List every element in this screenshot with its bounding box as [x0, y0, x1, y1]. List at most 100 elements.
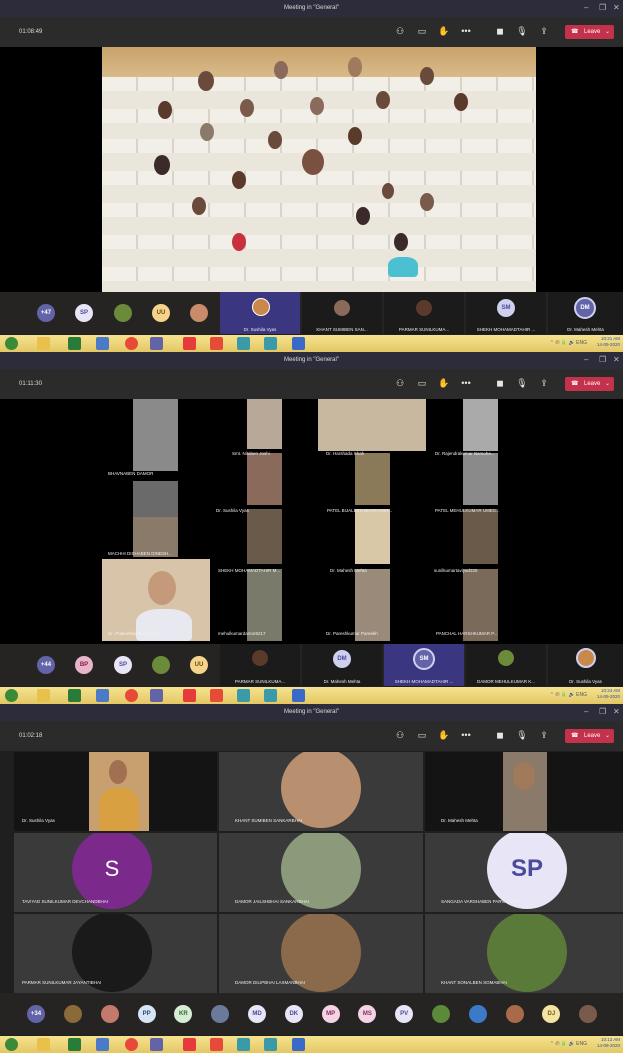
- people-icon[interactable]: ⚇: [393, 730, 407, 741]
- app-icon[interactable]: [237, 337, 250, 350]
- camera-icon[interactable]: ◼: [493, 730, 507, 741]
- restore-icon[interactable]: ❐: [599, 3, 606, 12]
- share-screen-icon[interactable]: ⇪: [537, 378, 551, 389]
- file-explorer-icon[interactable]: [37, 1038, 50, 1051]
- video-tile[interactable]: Dr. Sushila Vyas: [220, 292, 300, 334]
- notepad-icon[interactable]: [96, 337, 109, 350]
- participant-avatar[interactable]: [152, 656, 170, 674]
- participant-avatar[interactable]: [468, 1005, 487, 1023]
- chevron-down-icon[interactable]: ⌄: [605, 377, 610, 391]
- participant-avatar[interactable]: [190, 304, 208, 322]
- participant-avatar[interactable]: UU: [190, 656, 208, 674]
- chat-icon[interactable]: ▭: [415, 378, 429, 389]
- participant-avatar[interactable]: DK: [284, 1005, 303, 1023]
- participant-tile[interactable]: Dr. Mahesh Mehta: [425, 752, 623, 831]
- excel-icon[interactable]: [68, 1038, 81, 1051]
- app-icon[interactable]: [183, 337, 196, 350]
- excel-icon[interactable]: [68, 689, 81, 702]
- participant-avatar[interactable]: [505, 1005, 524, 1023]
- leave-button[interactable]: ☎ Leave ⌄: [565, 377, 614, 391]
- video-tile[interactable]: SM SHEKH MOHAMADTAHIR ...: [466, 292, 546, 334]
- app-icon[interactable]: [210, 689, 223, 702]
- close-icon[interactable]: ✕: [613, 3, 620, 12]
- share-screen-icon[interactable]: ⇪: [537, 26, 551, 37]
- camera-icon[interactable]: ◼: [493, 378, 507, 389]
- video-tile[interactable]: DAMOR MEHULKUMAR K...: [466, 644, 546, 686]
- participant-avatar[interactable]: UU: [152, 304, 170, 322]
- chevron-down-icon[interactable]: ⌄: [605, 25, 610, 39]
- share-screen-icon[interactable]: ⇪: [537, 730, 551, 741]
- participant-avatar[interactable]: [579, 1005, 598, 1023]
- video-tile[interactable]: PARMAR SUNILKUMA...: [220, 644, 300, 686]
- teams-icon[interactable]: [150, 689, 163, 702]
- system-tray-icons[interactable]: ⌃ ✆ 🔋 🔊 ENG: [550, 1041, 587, 1047]
- participant-avatar[interactable]: [432, 1005, 450, 1023]
- taskbar-clock[interactable]: 10:13 AM 14-09-2020: [597, 1037, 620, 1049]
- overflow-count-badge[interactable]: +34: [27, 1005, 45, 1023]
- start-button-icon[interactable]: [5, 689, 18, 702]
- raise-hand-icon[interactable]: ✋: [437, 730, 451, 741]
- chat-icon[interactable]: ▭: [415, 730, 429, 741]
- overflow-count-badge[interactable]: +47: [37, 304, 55, 322]
- participant-avatar[interactable]: KR: [174, 1005, 193, 1023]
- video-tile[interactable]: DM Dr. Mahesh Mehta: [548, 292, 623, 334]
- participant-avatar[interactable]: DJ: [542, 1005, 561, 1023]
- taskbar-clock[interactable]: 10:21 AM 14-09-2020: [597, 336, 620, 348]
- file-explorer-icon[interactable]: [37, 689, 50, 702]
- video-tile[interactable]: Dr. Sushila Vyas: [548, 644, 623, 686]
- participant-tile[interactable]: PARMAR SUNILKUMAR JAYANTIBHAI: [14, 914, 217, 993]
- participant-avatar[interactable]: [100, 1005, 119, 1023]
- app-icon[interactable]: [210, 1038, 223, 1051]
- raise-hand-icon[interactable]: ✋: [437, 378, 451, 389]
- teams-icon[interactable]: [150, 1038, 163, 1051]
- restore-icon[interactable]: ❐: [599, 707, 606, 716]
- restore-icon[interactable]: ❐: [599, 355, 606, 364]
- system-tray-icons[interactable]: ⌃ ✆ 🔋 🔊 ENG: [550, 340, 587, 346]
- camera-icon[interactable]: ◼: [493, 26, 507, 37]
- app-icon[interactable]: [237, 689, 250, 702]
- chrome-icon[interactable]: [125, 1038, 138, 1051]
- app-icon[interactable]: [292, 689, 305, 702]
- app-icon[interactable]: [183, 1038, 196, 1051]
- video-tile[interactable]: KHANT SUMIBEN SAN...: [302, 292, 382, 334]
- leave-button[interactable]: ☎ Leave ⌄: [565, 729, 614, 743]
- participant-avatar[interactable]: PP: [137, 1005, 156, 1023]
- participant-tile[interactable]: KHANT SUMIBEN SANKARBHAI: [219, 752, 423, 831]
- participant-tile[interactable]: S TAVIYAD SUNILKUMAR DEVCHANDBHAI: [14, 833, 217, 912]
- participant-tile[interactable]: DAMOR DILIPBHAI LAXMANBHAI: [219, 914, 423, 993]
- teams-icon[interactable]: [150, 337, 163, 350]
- start-button-icon[interactable]: [5, 1038, 18, 1051]
- participant-avatar[interactable]: [64, 1005, 82, 1023]
- more-options-icon[interactable]: •••: [459, 378, 473, 388]
- chevron-down-icon[interactable]: ⌄: [605, 729, 610, 743]
- participant-avatar[interactable]: BP: [75, 656, 93, 674]
- participant-avatar[interactable]: [211, 1005, 230, 1023]
- participant-avatar[interactable]: MS: [358, 1005, 377, 1023]
- chat-icon[interactable]: ▭: [415, 26, 429, 37]
- participant-avatar[interactable]: MD: [248, 1005, 266, 1023]
- microphone-icon[interactable]: 🎙: [515, 730, 529, 741]
- app-icon[interactable]: [183, 689, 196, 702]
- notepad-icon[interactable]: [96, 689, 109, 702]
- start-button-icon[interactable]: [5, 337, 18, 350]
- people-icon[interactable]: ⚇: [393, 378, 407, 389]
- app-icon[interactable]: [264, 337, 277, 350]
- participant-avatar[interactable]: SP: [75, 304, 93, 322]
- participant-tile[interactable]: Dr. Sushila Vyas: [14, 752, 217, 831]
- app-icon[interactable]: [264, 689, 277, 702]
- app-icon[interactable]: [264, 1038, 277, 1051]
- close-icon[interactable]: ✕: [613, 707, 620, 716]
- app-icon[interactable]: [237, 1038, 250, 1051]
- taskbar-clock[interactable]: 10:24 AM 14-09-2020: [597, 688, 620, 700]
- participant-tile[interactable]: SP SANGADA VARSHABEN PARVATSINH: [425, 833, 623, 912]
- people-icon[interactable]: ⚇: [393, 26, 407, 37]
- minimize-icon[interactable]: –: [584, 707, 588, 716]
- file-explorer-icon[interactable]: [37, 337, 50, 350]
- more-options-icon[interactable]: •••: [459, 26, 473, 36]
- participant-avatar[interactable]: PV: [395, 1005, 414, 1023]
- more-options-icon[interactable]: •••: [459, 730, 473, 740]
- video-tile[interactable]: DM Dr. Mahesh Mehta: [302, 644, 382, 686]
- microphone-icon[interactable]: 🎙: [515, 378, 529, 389]
- system-tray-icons[interactable]: ⌃ ✆ 🔋 🔊 ENG: [550, 692, 587, 698]
- participant-avatar[interactable]: MP: [321, 1005, 340, 1023]
